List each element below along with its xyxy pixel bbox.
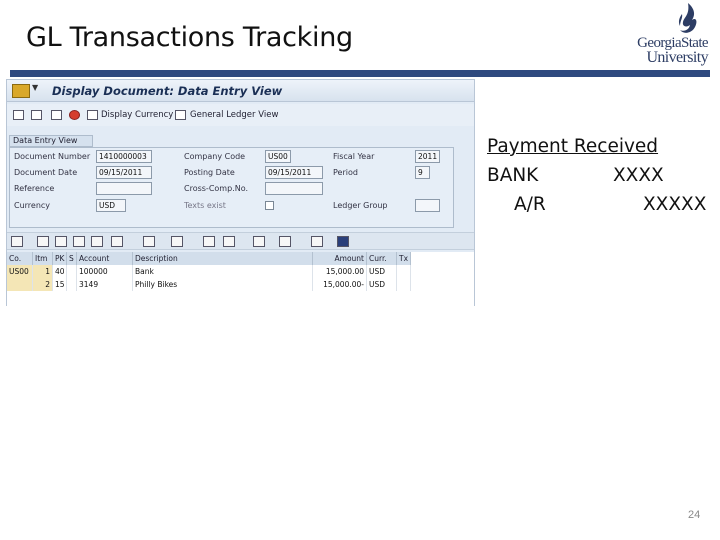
currency-field[interactable]: USD [96, 199, 126, 212]
document-icon[interactable] [69, 110, 80, 120]
general-ledger-view-button[interactable]: General Ledger View [190, 110, 278, 120]
grid-cell-curr[interactable]: USD [367, 265, 397, 278]
select-layout-icon[interactable] [279, 236, 291, 247]
dropdown-arrow-icon[interactable]: ▼ [32, 83, 38, 92]
fiscal-year-label: Fiscal Year [333, 152, 375, 161]
notes-line: A/R XXXXX [487, 190, 713, 219]
display-currency-icon[interactable] [87, 110, 98, 120]
graphic-icon[interactable] [311, 236, 323, 247]
title-rule [10, 70, 710, 77]
company-code-label: Company Code [184, 152, 246, 161]
grid-cell-amount[interactable]: 15,000.00- [313, 278, 367, 291]
total-icon[interactable] [143, 236, 155, 247]
grid-cell-pk[interactable]: 40 [53, 265, 67, 278]
georgia-state-logo: GeorgiaState University [614, 2, 710, 68]
tab-data-entry-view[interactable]: Data Entry View [9, 135, 93, 147]
ledger-group-field[interactable] [415, 199, 440, 212]
document-number-label: Document Number [14, 152, 91, 161]
column-header[interactable]: Amount [313, 252, 367, 265]
column-header[interactable]: Co. [7, 252, 33, 265]
change-layout-icon[interactable] [253, 236, 265, 247]
filter-icon[interactable] [111, 236, 123, 247]
change-display-icon[interactable] [13, 110, 24, 120]
grid-cell-curr[interactable]: USD [367, 278, 397, 291]
fiscal-year-field[interactable]: 2011 [415, 150, 440, 163]
subtotal-icon[interactable] [171, 236, 183, 247]
notes-account: BANK [487, 165, 539, 186]
general-ledger-view-icon[interactable] [175, 110, 186, 120]
grid-cell-pk[interactable]: 15 [53, 278, 67, 291]
notes-heading: Payment Received [487, 136, 659, 157]
grid-cell-amount[interactable]: 15,000.00 [313, 265, 367, 278]
grid-cell-tx[interactable] [397, 278, 411, 291]
grid-cell-s[interactable] [67, 265, 77, 278]
flame-icon [678, 3, 697, 33]
document-date-field[interactable]: 09/15/2011 [96, 166, 152, 179]
column-header[interactable]: Tx [397, 252, 411, 265]
column-header[interactable]: Curr. [367, 252, 397, 265]
logo-line-2: University [646, 49, 708, 66]
cross-comp-no-field[interactable] [265, 182, 323, 195]
print-preview-icon[interactable] [203, 236, 215, 247]
window-title: Display Document: Data Entry View [52, 84, 283, 98]
grid-cell-account[interactable]: 3149 [77, 278, 133, 291]
column-header[interactable]: Itm [33, 252, 53, 265]
sort-ascending-icon[interactable] [37, 236, 49, 247]
overview-icon[interactable] [51, 110, 62, 120]
grid-cell-description[interactable]: Bank [133, 265, 313, 278]
document-number-field[interactable]: 1410000003 [96, 150, 152, 163]
grid-toolbar [7, 232, 474, 250]
company-code-field[interactable]: US00 [265, 150, 291, 163]
document-date-label: Document Date [14, 168, 78, 177]
line-items-grid: Co. Itm PK S Account Description Amount … [7, 252, 474, 307]
information-icon[interactable] [337, 236, 349, 247]
column-header[interactable]: Description [133, 252, 313, 265]
page-number: 24 [688, 509, 701, 521]
sap-title-bar: ▼ Display Document: Data Entry View [7, 80, 474, 102]
period-field[interactable]: 9 [415, 166, 430, 179]
system-menu-icon[interactable] [12, 84, 30, 98]
sap-window: ▼ Display Document: Data Entry View Disp… [6, 79, 475, 307]
grid-cell-co[interactable]: US00 [7, 265, 33, 278]
application-toolbar: Display Currency General Ledger View [7, 104, 474, 126]
texts-exist-checkbox[interactable] [265, 201, 274, 210]
column-header[interactable]: S [67, 252, 77, 265]
edit-icon[interactable] [31, 110, 42, 120]
posting-date-field[interactable]: 09/15/2011 [265, 166, 323, 179]
sort-descending-icon[interactable] [55, 236, 67, 247]
notes-account: A/R [514, 194, 546, 215]
slide-title: GL Transactions Tracking [26, 22, 353, 53]
notes-amount: XXXX [613, 165, 664, 186]
grid-cell-tx[interactable] [397, 265, 411, 278]
notes-amount: XXXXX [643, 194, 707, 215]
reference-label: Reference [14, 184, 55, 193]
grid-cell-itm[interactable]: 1 [33, 265, 53, 278]
grid-cell-account[interactable]: 100000 [77, 265, 133, 278]
grid-cell-description[interactable]: Philly Bikes [133, 278, 313, 291]
document-header-form: Document Number 1410000003 Company Code … [9, 147, 454, 228]
currency-label: Currency [14, 201, 51, 210]
grid-cell-co[interactable] [7, 278, 33, 291]
display-currency-button[interactable]: Display Currency [101, 110, 173, 120]
column-header[interactable]: Account [77, 252, 133, 265]
export-icon[interactable] [223, 236, 235, 247]
ledger-group-label: Ledger Group [333, 201, 388, 210]
journal-entry-notes: Payment Received BANK XXXX A/R XXXXX [487, 132, 713, 219]
posting-date-label: Posting Date [184, 168, 235, 177]
grid-cell-itm[interactable]: 2 [33, 278, 53, 291]
column-header[interactable]: PK [53, 252, 67, 265]
reference-field[interactable] [96, 182, 152, 195]
grid-cell-s[interactable] [67, 278, 77, 291]
notes-line: BANK XXXX [487, 161, 713, 190]
details-icon[interactable] [11, 236, 23, 247]
period-label: Period [333, 168, 358, 177]
find-icon[interactable] [73, 236, 85, 247]
cross-comp-no-label: Cross-Comp.No. [184, 184, 248, 193]
find-next-icon[interactable] [91, 236, 103, 247]
texts-exist-label: Texts exist [184, 201, 226, 210]
